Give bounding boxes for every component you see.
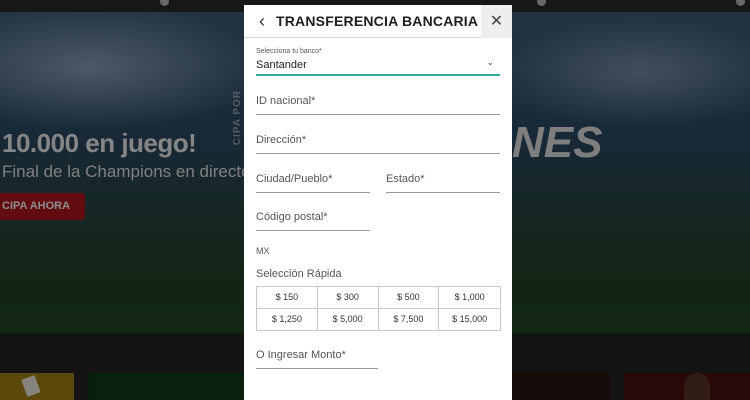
national-id-field[interactable]: ID nacional* bbox=[256, 95, 500, 115]
amount-button[interactable]: $ 15,000 bbox=[439, 308, 500, 330]
bank-select[interactable]: Selecciona tu banco* Santander ⌄ bbox=[256, 47, 500, 76]
quick-amount-grid: $ 150 $ 300 $ 500 $ 1,000 $ 1,250 $ 5,00… bbox=[256, 286, 501, 331]
postal-code-field[interactable]: Código postal* bbox=[256, 211, 370, 231]
state-field[interactable]: Estado* bbox=[386, 173, 500, 193]
national-id-placeholder: ID nacional* bbox=[256, 95, 316, 107]
amount-button[interactable]: $ 5,000 bbox=[317, 308, 379, 330]
bank-transfer-modal: ‹ TRANSFERENCIA BANCARIA ✕ Selecciona tu… bbox=[244, 5, 512, 400]
quick-select-label: Selección Rápida bbox=[256, 268, 342, 280]
amount-button[interactable]: $ 7,500 bbox=[378, 308, 440, 330]
chevron-left-icon[interactable]: ‹ bbox=[252, 11, 272, 31]
amount-button[interactable]: $ 1,000 bbox=[439, 287, 500, 309]
modal-header: ‹ TRANSFERENCIA BANCARIA ✕ bbox=[244, 5, 512, 38]
close-icon[interactable]: ✕ bbox=[481, 5, 512, 38]
address-placeholder: Dirección* bbox=[256, 134, 307, 146]
amount-button[interactable]: $ 300 bbox=[317, 287, 379, 309]
modal-title: TRANSFERENCIA BANCARIA bbox=[276, 13, 479, 29]
amount-button[interactable]: $ 1,250 bbox=[257, 308, 318, 330]
bank-select-value: Santander bbox=[256, 59, 307, 71]
city-placeholder: Ciudad/Pueblo* bbox=[256, 173, 333, 185]
postal-code-placeholder: Código postal* bbox=[256, 211, 328, 223]
city-field[interactable]: Ciudad/Pueblo* bbox=[256, 173, 370, 193]
chevron-down-icon: ⌄ bbox=[486, 57, 494, 67]
amount-button[interactable]: $ 150 bbox=[257, 287, 318, 309]
amount-input-field[interactable]: O Ingresar Monto* bbox=[256, 349, 378, 369]
state-placeholder: Estado* bbox=[386, 173, 425, 185]
amount-button[interactable]: $ 500 bbox=[378, 287, 440, 309]
bank-select-label: Selecciona tu banco* bbox=[256, 48, 322, 55]
address-field[interactable]: Dirección* bbox=[256, 134, 500, 154]
amount-input-placeholder: O Ingresar Monto* bbox=[256, 349, 346, 361]
country-code: MX bbox=[256, 246, 270, 256]
